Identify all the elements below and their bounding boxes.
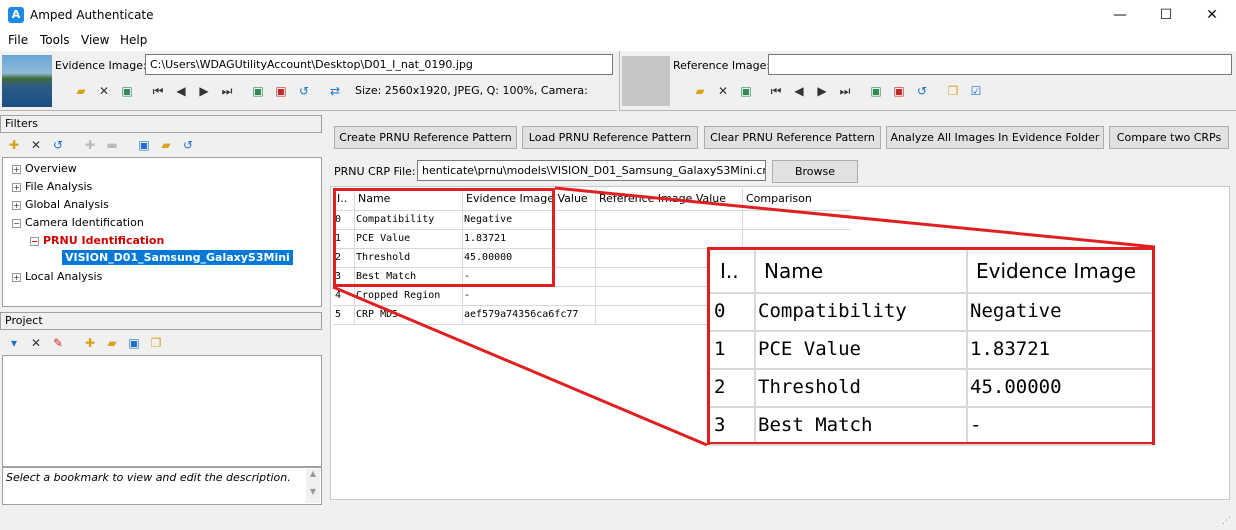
zoom-cell: - (970, 414, 982, 436)
zoom-cell: 3 (714, 414, 726, 436)
zoom-cell: Threshold (758, 376, 861, 398)
zoom-cell: 45.00000 (970, 376, 1062, 398)
zoom-cell: 1 (714, 338, 726, 360)
zoom-cell: 0 (714, 300, 726, 322)
zoom-header-cell: I.. (720, 259, 739, 283)
status-bar (0, 510, 1236, 530)
zoom-header-cell: Evidence Image (976, 259, 1136, 283)
connector-top-line (554, 186, 1156, 249)
zoom-cell: Negative (970, 300, 1062, 322)
zoom-row-line (710, 368, 1152, 370)
zoom-inset: I.. Name Evidence Image 0 Compatibility Negat… (707, 247, 1155, 446)
zoom-header-cell: Name (764, 259, 824, 283)
zoom-row-line (710, 444, 1152, 446)
zoom-cell: 2 (714, 376, 726, 398)
zoom-cell: Compatibility (758, 300, 907, 322)
zoom-cell: PCE Value (758, 338, 861, 360)
zoom-cell: Best Match (758, 414, 873, 436)
resize-grip-icon[interactable]: ⋰ (1222, 516, 1231, 526)
connector-bottom-line (332, 285, 708, 447)
zoom-col-line (966, 250, 968, 442)
zoom-row-line (710, 292, 1152, 294)
zoom-cell: 1.83721 (970, 338, 1051, 360)
zoom-col-line (754, 250, 756, 442)
zoom-row-line (710, 406, 1152, 408)
zoom-row-line (710, 330, 1152, 332)
